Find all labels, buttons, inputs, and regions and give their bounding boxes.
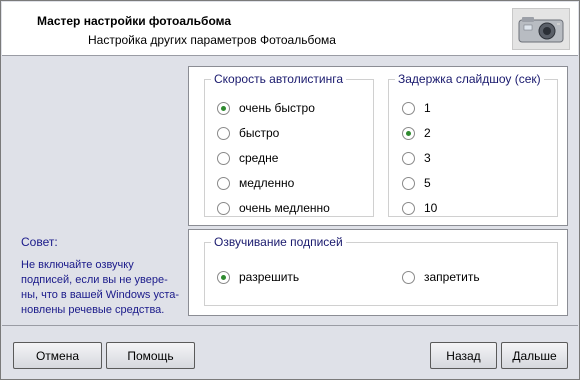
voice-panel: Озвучивание подписей разрешить запретить bbox=[188, 229, 568, 316]
next-button[interactable]: Дальше bbox=[501, 342, 568, 369]
wizard-window: Мастер настройки фотоальбома Настройка д… bbox=[0, 0, 580, 380]
radio-button[interactable] bbox=[217, 176, 230, 190]
voice-fieldset: Озвучивание подписей разрешить запретить bbox=[204, 235, 558, 306]
radio-button[interactable] bbox=[217, 201, 230, 215]
radio-button[interactable] bbox=[402, 270, 415, 284]
radio-button[interactable] bbox=[217, 151, 230, 165]
radio-button[interactable] bbox=[402, 151, 415, 165]
radio-button-checked[interactable] bbox=[217, 270, 230, 284]
radio-label: медленно bbox=[239, 176, 295, 190]
radio-label: запретить bbox=[424, 270, 480, 284]
help-button[interactable]: Помощь bbox=[106, 342, 195, 369]
delay-option-3[interactable]: 3 bbox=[402, 150, 431, 166]
radio-label: 2 bbox=[424, 126, 431, 140]
delay-fieldset: Задержка слайдшоу (сек) 1 2 3 5 10 bbox=[388, 72, 558, 217]
radio-label: быстро bbox=[239, 126, 280, 140]
wizard-footer: Отмена Помощь Назад Дальше bbox=[2, 325, 578, 379]
tip-text: Не включайте озвучку подписей, если вы н… bbox=[21, 258, 186, 318]
speed-fieldset: Скорость автолистинга очень быстро быстр… bbox=[204, 72, 374, 217]
radio-button[interactable] bbox=[402, 201, 415, 215]
wizard-title: Мастер настройки фотоальбома bbox=[37, 14, 232, 28]
voice-legend: Озвучивание подписей bbox=[211, 235, 346, 249]
radio-label: разрешить bbox=[239, 270, 300, 284]
radio-label: 10 bbox=[424, 201, 438, 215]
speed-option-very-fast[interactable]: очень быстро bbox=[217, 100, 315, 116]
radio-label: очень медленно bbox=[239, 201, 330, 215]
speed-option-very-slow[interactable]: очень медленно bbox=[217, 200, 330, 216]
speed-legend: Скорость автолистинга bbox=[211, 72, 347, 86]
voice-option-allow[interactable]: разрешить bbox=[217, 269, 299, 285]
camera-icon bbox=[512, 8, 570, 50]
delay-option-2[interactable]: 2 bbox=[402, 125, 431, 141]
radio-button-checked[interactable] bbox=[217, 101, 230, 115]
cancel-button[interactable]: Отмена bbox=[13, 342, 102, 369]
radio-button[interactable] bbox=[402, 176, 415, 190]
delay-legend: Задержка слайдшоу (сек) bbox=[395, 72, 544, 86]
radio-label: средне bbox=[239, 151, 279, 165]
speed-option-slow[interactable]: медленно bbox=[217, 175, 294, 191]
radio-button[interactable] bbox=[217, 126, 230, 140]
tip-line: новлены речевые средства. bbox=[21, 304, 165, 316]
radio-button-checked[interactable] bbox=[402, 126, 415, 140]
options-panel: Скорость автолистинга очень быстро быстр… bbox=[188, 66, 568, 226]
tip-line: ны, что в вашей Windows уста- bbox=[21, 289, 180, 301]
radio-button[interactable] bbox=[402, 101, 415, 115]
speed-option-fast[interactable]: быстро bbox=[217, 125, 279, 141]
radio-label: очень быстро bbox=[239, 101, 315, 115]
voice-option-deny[interactable]: запретить bbox=[402, 269, 480, 285]
delay-option-5[interactable]: 5 bbox=[402, 175, 431, 191]
radio-label: 1 bbox=[424, 101, 431, 115]
tip-line: подписей, если вы не увере- bbox=[21, 274, 168, 286]
radio-label: 3 bbox=[424, 151, 431, 165]
back-button[interactable]: Назад bbox=[430, 342, 497, 369]
tip-title: Совет: bbox=[21, 235, 58, 249]
tip-line: Не включайте озвучку bbox=[21, 259, 134, 271]
delay-option-1[interactable]: 1 bbox=[402, 100, 431, 116]
wizard-header: Мастер настройки фотоальбома Настройка д… bbox=[2, 2, 578, 56]
delay-option-10[interactable]: 10 bbox=[402, 200, 437, 216]
radio-label: 5 bbox=[424, 176, 431, 190]
speed-option-medium[interactable]: средне bbox=[217, 150, 278, 166]
wizard-subtitle: Настройка других параметров Фотоальбома bbox=[88, 33, 336, 47]
